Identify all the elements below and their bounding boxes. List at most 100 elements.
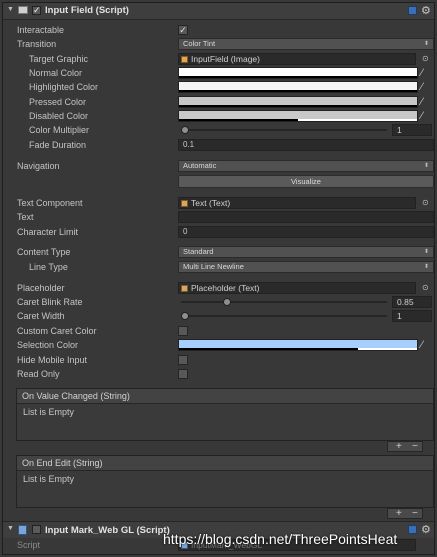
dropdown-arrow-icon: ⬍ bbox=[423, 41, 429, 47]
row-text: Text bbox=[3, 211, 434, 225]
text-component-field[interactable]: Text (Text) bbox=[178, 197, 416, 209]
row-fade-duration: Fade Duration 0.1 bbox=[3, 139, 434, 153]
text-input[interactable] bbox=[178, 211, 434, 223]
character-limit-label: Character Limit bbox=[17, 227, 79, 237]
event-empty-text: List is Empty bbox=[23, 474, 75, 484]
row-text-component: Text Component Text (Text) ⊙ bbox=[3, 197, 434, 211]
transition-label: Transition bbox=[17, 39, 57, 49]
target-graphic-field[interactable]: InputField (Image) bbox=[178, 53, 416, 65]
gear-icon[interactable]: ⚙ bbox=[421, 523, 431, 536]
navigation-value: Automatic bbox=[183, 161, 217, 170]
color-multiplier-input[interactable]: 1 bbox=[392, 124, 432, 136]
on-end-edit-event: On End Edit (String) List is Empty bbox=[16, 455, 434, 508]
row-visualize: Visualize bbox=[3, 175, 434, 189]
component-icon bbox=[18, 6, 28, 14]
slider-thumb[interactable] bbox=[181, 126, 189, 134]
hide-mobile-input-label: Hide Mobile Input bbox=[17, 355, 88, 365]
row-normal-color: Normal Color ⁄ bbox=[3, 67, 434, 81]
transition-dropdown[interactable]: Color Tint ⬍ bbox=[178, 38, 434, 50]
event-title: On Value Changed (String) bbox=[17, 389, 433, 404]
target-graphic-label: Target Graphic bbox=[29, 54, 89, 64]
read-only-checkbox[interactable] bbox=[178, 369, 188, 379]
placeholder-field[interactable]: Placeholder (Text) bbox=[178, 282, 416, 294]
event-empty-text: List is Empty bbox=[23, 407, 75, 417]
row-custom-caret-color: Custom Caret Color bbox=[3, 325, 434, 339]
custom-caret-color-checkbox[interactable] bbox=[178, 326, 188, 336]
selection-color-label: Selection Color bbox=[17, 340, 79, 350]
alpha-bar bbox=[179, 119, 298, 121]
inspector-panel: ▼ ✓ Input Field (Script) ⚙ Interactable … bbox=[2, 2, 435, 555]
add-listener-button[interactable]: + bbox=[396, 509, 402, 519]
custom-caret-color-label: Custom Caret Color bbox=[17, 326, 97, 336]
color-multiplier-label: Color Multiplier bbox=[29, 125, 90, 135]
caret-blink-rate-input[interactable]: 0.85 bbox=[392, 296, 432, 308]
event-title: On End Edit (String) bbox=[17, 456, 433, 471]
image-icon bbox=[181, 56, 188, 63]
event-add-remove: + − bbox=[387, 508, 423, 519]
caret-width-input[interactable]: 1 bbox=[392, 310, 432, 322]
content-type-label: Content Type bbox=[17, 247, 71, 257]
alpha-bar bbox=[179, 105, 417, 107]
enabled-checkbox[interactable]: ✓ bbox=[32, 6, 41, 15]
interactable-label: Interactable bbox=[17, 25, 65, 35]
caret-blink-rate-slider[interactable] bbox=[181, 298, 387, 306]
character-limit-input[interactable]: 0 bbox=[178, 226, 434, 238]
text-icon bbox=[181, 285, 188, 292]
normal-color-swatch[interactable] bbox=[178, 67, 418, 79]
row-transition: Transition Color Tint ⬍ bbox=[3, 38, 434, 52]
interactable-checkbox[interactable]: ✓ bbox=[178, 25, 188, 35]
eyedropper-icon[interactable]: ⁄ bbox=[421, 110, 423, 122]
watermark-text: https://blog.csdn.net/ThreePointsHeat bbox=[163, 531, 398, 547]
object-picker-icon[interactable]: ⊙ bbox=[422, 54, 429, 63]
content-type-dropdown[interactable]: Standard ⬍ bbox=[178, 246, 434, 258]
object-picker-icon[interactable]: ⊙ bbox=[422, 283, 429, 292]
gear-icon[interactable]: ⚙ bbox=[421, 4, 431, 17]
visualize-button[interactable]: Visualize bbox=[178, 175, 434, 188]
navigation-dropdown[interactable]: Automatic ⬍ bbox=[178, 160, 434, 172]
slider-thumb[interactable] bbox=[181, 312, 189, 320]
hide-mobile-input-checkbox[interactable] bbox=[178, 355, 188, 365]
eyedropper-icon[interactable]: ⁄ bbox=[421, 67, 423, 79]
selection-color-swatch[interactable] bbox=[178, 339, 418, 351]
eyedropper-icon[interactable]: ⁄ bbox=[421, 339, 423, 351]
remove-listener-button[interactable]: − bbox=[412, 509, 418, 519]
disabled-color-label: Disabled Color bbox=[29, 111, 89, 121]
row-target-graphic: Target Graphic InputField (Image) ⊙ bbox=[3, 53, 434, 67]
help-icon[interactable] bbox=[408, 6, 417, 15]
highlighted-color-swatch[interactable] bbox=[178, 81, 418, 93]
enabled-checkbox[interactable] bbox=[32, 525, 41, 534]
row-caret-blink-rate: Caret Blink Rate 0.85 bbox=[3, 296, 434, 310]
footer-component-title: Input Mark_Web GL (Script) bbox=[45, 525, 170, 536]
eyedropper-icon[interactable]: ⁄ bbox=[421, 96, 423, 108]
line-type-label: Line Type bbox=[29, 262, 68, 272]
line-type-dropdown[interactable]: Multi Line Newline ⬍ bbox=[178, 261, 434, 273]
alpha-bar bbox=[179, 90, 417, 92]
row-caret-width: Caret Width 1 bbox=[3, 310, 434, 324]
component-title: Input Field (Script) bbox=[45, 5, 129, 16]
caret-width-label: Caret Width bbox=[17, 311, 65, 321]
caret-width-slider[interactable] bbox=[181, 312, 387, 320]
row-navigation: Navigation Automatic ⬍ bbox=[3, 160, 434, 174]
dropdown-arrow-icon: ⬍ bbox=[423, 264, 429, 270]
add-listener-button[interactable]: + bbox=[396, 442, 402, 452]
placeholder-value: Placeholder (Text) bbox=[191, 283, 260, 293]
foldout-arrow-icon[interactable]: ▼ bbox=[7, 525, 14, 532]
dropdown-arrow-icon: ⬍ bbox=[423, 163, 429, 169]
component-header[interactable]: ▼ ✓ Input Field (Script) ⚙ bbox=[3, 3, 434, 20]
slider-thumb[interactable] bbox=[223, 298, 232, 306]
text-component-label: Text Component bbox=[17, 198, 83, 208]
text-label: Text bbox=[17, 212, 34, 222]
object-picker-icon[interactable]: ⊙ bbox=[422, 198, 429, 207]
pressed-color-swatch[interactable] bbox=[178, 96, 418, 108]
content-type-value: Standard bbox=[183, 247, 214, 256]
row-selection-color: Selection Color ⁄ bbox=[3, 339, 434, 353]
color-multiplier-slider[interactable] bbox=[181, 126, 387, 134]
disabled-color-swatch[interactable] bbox=[178, 110, 418, 122]
eyedropper-icon[interactable]: ⁄ bbox=[421, 81, 423, 93]
row-line-type: Line Type Multi Line Newline ⬍ bbox=[3, 261, 434, 275]
text-component-value: Text (Text) bbox=[191, 198, 231, 208]
help-icon[interactable] bbox=[408, 525, 417, 534]
foldout-arrow-icon[interactable]: ▼ bbox=[7, 6, 14, 13]
remove-listener-button[interactable]: − bbox=[412, 442, 418, 452]
fade-duration-input[interactable]: 0.1 bbox=[178, 139, 434, 151]
